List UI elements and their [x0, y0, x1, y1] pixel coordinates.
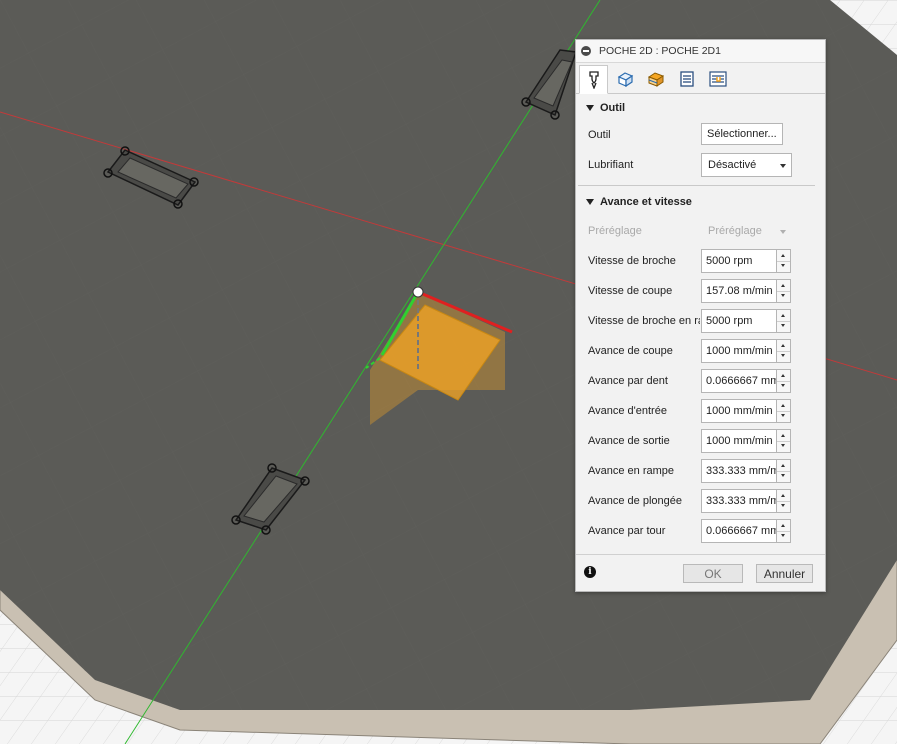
lead-out-feedrate-spinner[interactable] — [777, 429, 791, 453]
coolant-label: Lubrifiant — [588, 159, 634, 171]
cutting-feedrate-input[interactable]: 1000 mm/min — [701, 339, 777, 363]
tab-heights[interactable] — [641, 65, 670, 93]
spin-down-icon[interactable] — [777, 351, 790, 362]
feed-per-tooth-label: Avance par dent — [588, 375, 668, 387]
feed-section-header[interactable]: Avance et vitesse — [576, 190, 825, 214]
cutting-speed-input[interactable]: 157.08 m/min — [701, 279, 777, 303]
dialog-footer: i OK Annuler — [576, 554, 825, 591]
spindle-speed-spinner[interactable] — [777, 249, 791, 273]
tool-section-header[interactable]: Outil — [576, 96, 825, 120]
cancel-button[interactable]: Annuler — [756, 564, 813, 583]
tab-tool[interactable] — [579, 65, 608, 94]
feed-field-row: Avance de sortie 1000 mm/min — [576, 426, 825, 456]
ramp-spindle-speed-input[interactable]: 5000 rpm — [701, 309, 777, 333]
collapse-triangle-icon — [586, 199, 594, 205]
feed-field-row: Avance par tour 0.0666667 mm — [576, 516, 825, 546]
feed-field-row: Avance par dent 0.0666667 mm — [576, 366, 825, 396]
feed-field-row: Vitesse de broche 5000 rpm — [576, 246, 825, 276]
spin-down-icon[interactable] — [777, 321, 790, 332]
tool-label: Outil — [588, 129, 611, 141]
ramp-feedrate-label: Avance en rampe — [588, 465, 675, 477]
feed-field-row: Vitesse de coupe 157.08 m/min — [576, 276, 825, 306]
spindle-speed-input[interactable]: 5000 rpm — [701, 249, 777, 273]
feed-per-tooth-input[interactable]: 0.0666667 mm — [701, 369, 777, 393]
dialog-titlebar: POCHE 2D : POCHE 2D1 — [576, 40, 825, 63]
spin-down-icon[interactable] — [777, 471, 790, 482]
info-icon[interactable]: i — [584, 566, 596, 578]
ramp-spindle-speed-spinner[interactable] — [777, 309, 791, 333]
cutting-speed-spinner[interactable] — [777, 279, 791, 303]
preset-label: Préréglage — [588, 225, 642, 237]
coolant-select[interactable]: Désactivé — [701, 153, 792, 177]
geometry-icon — [617, 72, 633, 87]
feed-per-revolution-spinner[interactable] — [777, 519, 791, 543]
feed-per-tooth-spinner[interactable] — [777, 369, 791, 393]
spin-down-icon[interactable] — [777, 381, 790, 392]
feed-field-row: Avance de plongée 333.333 mm/min — [576, 486, 825, 516]
feed-field-row: Avance d'entrée 1000 mm/min — [576, 396, 825, 426]
tool-icon — [588, 70, 599, 89]
cutting-feedrate-spinner[interactable] — [777, 339, 791, 363]
pocket-2d-dialog: POCHE 2D : POCHE 2D1 Outil Outil Sélecti… — [575, 39, 826, 592]
lead-out-feedrate-input[interactable]: 1000 mm/min — [701, 429, 777, 453]
dropdown-arrow-icon — [780, 164, 786, 168]
spin-down-icon[interactable] — [777, 441, 790, 452]
preset-value: Préréglage — [708, 225, 762, 237]
feed-field-row: Vitesse de broche en rampe 5000 rpm — [576, 306, 825, 336]
lead-out-feedrate-label: Avance de sortie — [588, 435, 670, 447]
tool-row: Outil Sélectionner... — [576, 120, 825, 150]
spin-down-icon[interactable] — [777, 261, 790, 272]
lead-in-feedrate-spinner[interactable] — [777, 399, 791, 423]
dropdown-arrow-icon — [780, 230, 786, 234]
feed-field-row: Avance en rampe 333.333 mm/min — [576, 456, 825, 486]
spin-down-icon[interactable] — [777, 411, 790, 422]
linking-icon — [708, 71, 727, 87]
ok-button[interactable]: OK — [683, 564, 743, 583]
spin-down-icon[interactable] — [777, 531, 790, 542]
passes-icon — [679, 71, 694, 87]
plunge-feedrate-input[interactable]: 333.333 mm/min — [701, 489, 777, 513]
preset-select: Préréglage — [701, 219, 792, 243]
spin-down-icon[interactable] — [777, 501, 790, 512]
select-tool-button[interactable]: Sélectionner... — [701, 123, 783, 145]
dialog-title: POCHE 2D : POCHE 2D1 — [599, 45, 721, 57]
coolant-value: Désactivé — [708, 159, 757, 171]
spindle-speed-label: Vitesse de broche — [588, 255, 676, 267]
wcs-origin[interactable] — [412, 286, 424, 298]
feed-per-revolution-label: Avance par tour — [588, 525, 666, 537]
spin-down-icon[interactable] — [777, 291, 790, 302]
tab-passes[interactable] — [672, 65, 701, 93]
dialog-tabs — [576, 63, 825, 94]
cutting-feedrate-label: Avance de coupe — [588, 345, 673, 357]
ramp-feedrate-input[interactable]: 333.333 mm/min — [701, 459, 777, 483]
collapse-icon[interactable] — [581, 46, 591, 56]
lead-in-feedrate-input[interactable]: 1000 mm/min — [701, 399, 777, 423]
plunge-feedrate-spinner[interactable] — [777, 489, 791, 513]
coolant-row: Lubrifiant Désactivé — [576, 150, 825, 180]
plunge-feedrate-label: Avance de plongée — [588, 495, 682, 507]
lead-in-feedrate-label: Avance d'entrée — [588, 405, 667, 417]
ramp-spindle-speed-label: Vitesse de broche en rampe — [588, 315, 700, 327]
preset-row: Préréglage Préréglage — [576, 216, 825, 246]
ramp-feedrate-spinner[interactable] — [777, 459, 791, 483]
heights-icon — [647, 72, 664, 87]
cutting-speed-label: Vitesse de coupe — [588, 285, 673, 297]
tab-linking[interactable] — [703, 65, 732, 93]
collapse-triangle-icon — [586, 105, 594, 111]
feed-field-row: Avance de coupe 1000 mm/min — [576, 336, 825, 366]
section-divider — [578, 185, 815, 186]
tab-geometry[interactable] — [610, 65, 639, 93]
feed-per-revolution-input[interactable]: 0.0666667 mm — [701, 519, 777, 543]
